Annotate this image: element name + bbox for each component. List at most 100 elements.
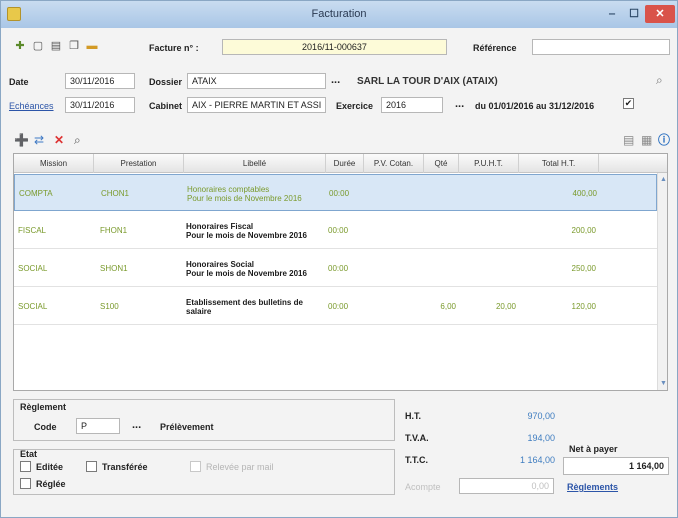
zoom-icon[interactable]: ⌕ bbox=[74, 132, 81, 148]
delete-line-icon[interactable]: ✕ bbox=[54, 132, 64, 148]
reglements-link[interactable]: Règlements bbox=[567, 482, 618, 492]
copy-icon[interactable]: ❐ bbox=[67, 40, 81, 53]
dossier-label: Dossier bbox=[149, 77, 183, 87]
period-checkbox[interactable]: ✔ bbox=[623, 98, 634, 109]
cell-libelle: Honoraires comptables Pour le mois de No… bbox=[187, 175, 327, 212]
period-text: du 01/01/2016 au 31/12/2016 bbox=[475, 101, 595, 111]
etat-group-label: Etat bbox=[20, 449, 38, 459]
col-qte[interactable]: Qté bbox=[424, 154, 459, 173]
cell-duree: 00:00 bbox=[328, 302, 349, 311]
col-mission[interactable]: Mission bbox=[14, 154, 94, 173]
close-button[interactable]: ✕ bbox=[645, 5, 675, 23]
facturation-window: Facturation ‒ ☐ ✕ ✚ ▢ ▤ ❐ ▬ Facture n° :… bbox=[0, 0, 678, 518]
save-icon[interactable]: ▢ bbox=[31, 40, 45, 53]
cell-libelle: Etablissement des bulletins de salaire bbox=[186, 288, 326, 325]
col-total-ht[interactable]: Total H.T. bbox=[519, 154, 599, 173]
cell-qte bbox=[426, 250, 456, 287]
insert-line-icon[interactable]: ⇄ bbox=[34, 132, 44, 148]
col-prestation[interactable]: Prestation bbox=[94, 154, 184, 173]
table-row[interactable]: COMPTA CHON1 Honoraires comptables Pour … bbox=[14, 174, 657, 211]
code-label: Code bbox=[34, 422, 57, 432]
title-bar: Facturation ‒ ☐ ✕ bbox=[1, 1, 677, 28]
net-a-payer-label: Net à payer bbox=[569, 444, 618, 454]
libelle-line-2: salaire bbox=[186, 306, 212, 316]
facture-number-field[interactable]: 2016/11-000637 bbox=[222, 39, 447, 55]
exercice-label: Exercice bbox=[336, 101, 374, 111]
maximize-button[interactable]: ☐ bbox=[623, 5, 645, 23]
transferee-checkbox[interactable] bbox=[86, 461, 97, 472]
table-row[interactable]: FISCAL FHON1 Honoraires Fiscal Pour le m… bbox=[14, 212, 657, 249]
exercice-browse-button[interactable]: ... bbox=[455, 98, 464, 110]
cabinet-select[interactable]: AIX - PIERRE MARTIN ET ASSI bbox=[187, 97, 326, 113]
ttc-label: T.T.C. bbox=[405, 455, 429, 465]
cell-prestation: SHON1 bbox=[100, 264, 128, 273]
col-duree[interactable]: Durée bbox=[326, 154, 364, 173]
cell-qte bbox=[426, 212, 456, 249]
cell-mission: SOCIAL bbox=[18, 302, 48, 311]
libelle-line-2: Pour le mois de Novembre 2016 bbox=[186, 268, 307, 278]
minimize-button[interactable]: ‒ bbox=[601, 5, 623, 23]
reglee-checkbox[interactable] bbox=[20, 478, 31, 489]
acompte-field: 0,00 bbox=[459, 478, 554, 494]
echeances-link[interactable]: Echéances bbox=[9, 101, 54, 111]
cell-libelle: Honoraires Social Pour le mois de Novemb… bbox=[186, 250, 326, 287]
col-libelle[interactable]: Libellé bbox=[184, 154, 326, 173]
cell-puht bbox=[462, 175, 517, 212]
client-name: SARL LA TOUR D'AIX (ATAIX) bbox=[357, 76, 498, 87]
reglement-group: Règlement Code P ... Prélèvement bbox=[13, 399, 395, 441]
exercice-field[interactable]: 2016 bbox=[381, 97, 443, 113]
libelle-line-1: Honoraires comptables bbox=[187, 184, 270, 194]
cell-mission: FISCAL bbox=[18, 226, 47, 235]
dossier-field[interactable]: ATAIX bbox=[187, 73, 326, 89]
page-icon[interactable]: ▤ bbox=[623, 132, 634, 148]
add-line-icon[interactable]: ➕ bbox=[14, 132, 29, 148]
etat-group: Etat Editée Transférée Relevée par mail … bbox=[13, 449, 395, 495]
ht-label: H.T. bbox=[405, 411, 422, 421]
tva-label: T.V.A. bbox=[405, 433, 429, 443]
dossier-browse-button[interactable]: ... bbox=[331, 74, 340, 86]
col-pv-cotan[interactable]: P.V. Cotan. bbox=[364, 154, 424, 173]
reference-field[interactable] bbox=[532, 39, 670, 55]
table-row[interactable]: SOCIAL SHON1 Honoraires Social Pour le m… bbox=[14, 250, 657, 287]
scroll-down-icon[interactable]: ▼ bbox=[659, 379, 667, 388]
reference-label: Référence bbox=[473, 43, 517, 53]
cell-prestation: FHON1 bbox=[100, 226, 128, 235]
cabinet-label: Cabinet bbox=[149, 101, 183, 111]
grid-header: Mission Prestation Libellé Durée P.V. Co… bbox=[14, 154, 667, 173]
col-puht[interactable]: P.U.H.T. bbox=[459, 154, 519, 173]
code-field[interactable]: P bbox=[76, 418, 120, 434]
libelle-line-1: Honoraires Fiscal bbox=[186, 221, 254, 231]
reglement-mode-text: Prélèvement bbox=[160, 422, 214, 432]
cell-total: 200,00 bbox=[571, 226, 596, 235]
date-label: Date bbox=[9, 77, 29, 87]
net-a-payer-field: 1 164,00 bbox=[563, 457, 669, 475]
cell-duree: 00:00 bbox=[328, 226, 349, 235]
cell-mission: SOCIAL bbox=[18, 264, 48, 273]
new-document-icon[interactable]: ✚ bbox=[13, 40, 27, 53]
window-title: Facturation bbox=[311, 8, 367, 20]
table-row[interactable]: SOCIAL S100 Etablissement des bulletins … bbox=[14, 288, 657, 325]
cell-prestation: CHON1 bbox=[101, 189, 130, 198]
cell-libelle: Honoraires Fiscal Pour le mois de Novemb… bbox=[186, 212, 326, 249]
print-icon[interactable]: ▤ bbox=[49, 40, 63, 53]
cell-duree: 00:00 bbox=[328, 264, 349, 273]
ht-value: 970,00 bbox=[527, 411, 555, 421]
libelle-line-1: Etablissement des bulletins de bbox=[186, 297, 303, 307]
date-field[interactable]: 30/11/2016 bbox=[65, 73, 135, 89]
cell-mission: COMPTA bbox=[19, 189, 53, 198]
echeances-date-field[interactable]: 30/11/2016 bbox=[65, 97, 135, 113]
scroll-up-icon[interactable]: ▲ bbox=[659, 175, 667, 184]
editee-checkbox[interactable] bbox=[20, 461, 31, 472]
releve-mail-checkbox bbox=[190, 461, 201, 472]
cell-puht bbox=[461, 250, 516, 287]
grid-scrollbar[interactable]: ▲ ▼ bbox=[657, 173, 667, 390]
folder-icon[interactable]: ▬ bbox=[85, 40, 99, 53]
info-icon[interactable]: ⓘ bbox=[658, 132, 670, 148]
search-icon[interactable]: ⌕ bbox=[656, 73, 663, 88]
code-browse-button[interactable]: ... bbox=[132, 419, 141, 431]
cell-total: 250,00 bbox=[571, 264, 596, 273]
editee-label: Editée bbox=[36, 462, 64, 472]
libelle-line-1: Honoraires Social bbox=[186, 259, 255, 269]
libelle-line-2: Pour le mois de Novembre 2016 bbox=[186, 230, 307, 240]
list-icon[interactable]: ▦ bbox=[641, 132, 652, 148]
